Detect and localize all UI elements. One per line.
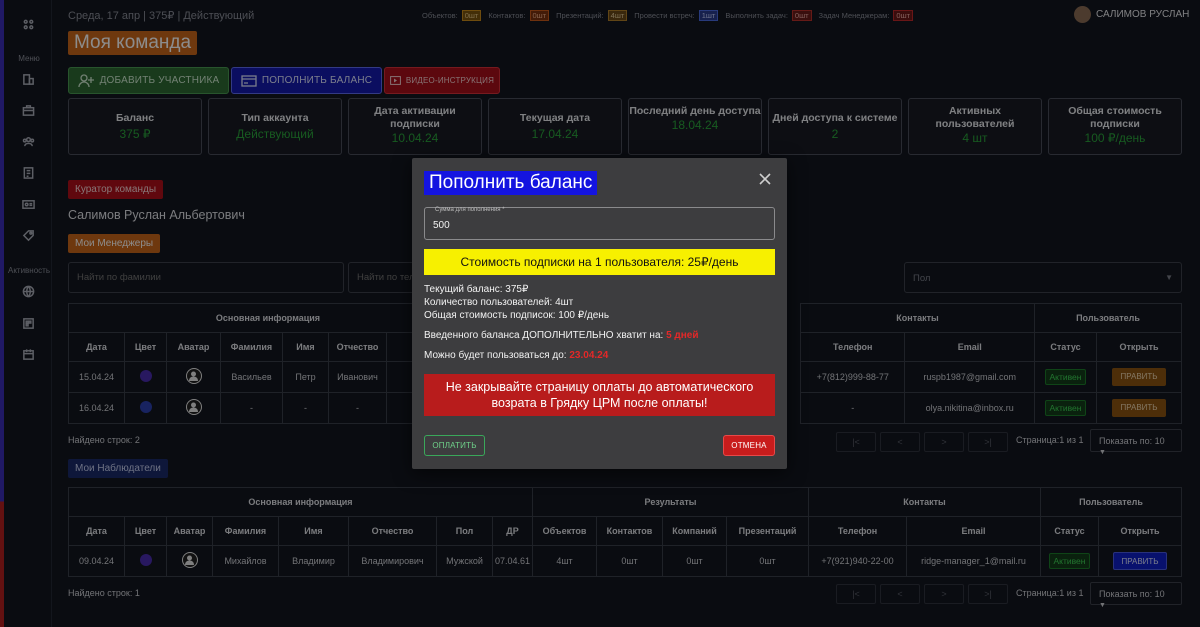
users-count: Количество пользователей: 4шт [424, 297, 574, 308]
cancel-button[interactable]: ОТМЕНА [723, 435, 775, 456]
top-up-modal: Пополнить баланс Сумма для пополнения * … [412, 158, 787, 469]
total-cost: Общая стоимость подписок: 100 ₽/день [424, 310, 610, 321]
price-banner: Стоимость подписки на 1 пользователя: 25… [424, 249, 775, 275]
enough-label: Введенного баланса ДОПОЛНИТЕЛЬНО хватит … [424, 330, 664, 341]
modal-title: Пополнить баланс [424, 171, 598, 195]
until-value: 23.04.24 [569, 350, 609, 361]
amount-field-label: Сумма для пополнения * [435, 207, 505, 213]
close-icon[interactable] [757, 171, 773, 187]
enough-line: Введенного баланса ДОПОЛНИТЕЛЬНО хватит … [424, 330, 699, 341]
warning-banner: Не закрывайте страницу оплаты до автомат… [424, 374, 775, 416]
until-line: Можно будет пользоваться до: 23.04.24 [424, 350, 608, 361]
enough-value: 5 дней [666, 330, 699, 341]
amount-field[interactable]: Сумма для пополнения * 500 [424, 207, 775, 240]
pay-button[interactable]: ОПЛАТИТЬ [424, 435, 485, 456]
until-label: Можно будет пользоваться до: [424, 350, 567, 361]
current-balance: Текущий баланс: 375₽ [424, 284, 529, 295]
amount-field-value: 500 [433, 220, 450, 231]
